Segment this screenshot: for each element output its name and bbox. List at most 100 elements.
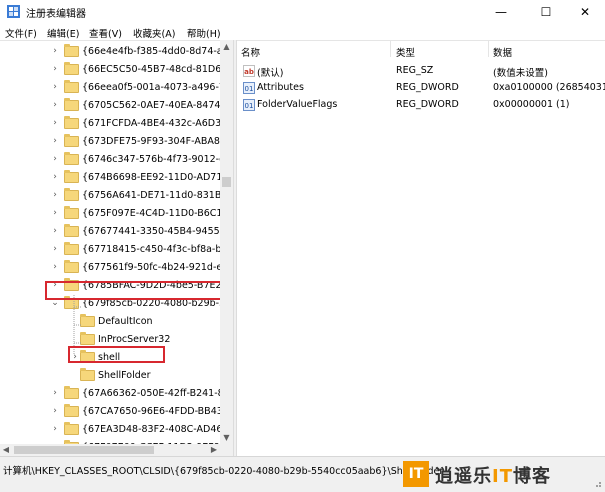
tree-item[interactable]: › {67CA7650-96E6-4FDD-BB43- [0,403,226,421]
chevron-right-icon[interactable]: › [50,424,60,434]
values-list-pane[interactable]: 名称 类型 数据 ab (默认) REG_SZ (数值未设置) 01 Attri… [237,40,605,457]
tree-item[interactable]: › {66e4e4fb-f385-4dd0-8d74-a [0,43,223,61]
key-tree-pane[interactable]: › {66e4e4fb-f385-4dd0-8d74-a › {66EC5C50-45… [0,40,233,457]
tree-item[interactable]: › {674B6698-EE92-11D0-AD71- [0,169,226,187]
tree-item-label: {674B6698-EE92-11D0-AD71- [82,172,226,183]
folder-icon [64,44,79,57]
resize-grip-icon[interactable] [592,478,602,488]
tree-item-label: {67677441-3350-45B4-9455-4 [82,226,230,237]
minimize-icon: — [495,5,507,19]
chevron-right-icon[interactable]: › [50,136,60,146]
tree-horizontal-scrollbar[interactable]: ◀ ▶ [0,444,220,456]
folder-icon [64,242,79,255]
folder-icon [64,62,79,75]
value-data: (数值未设置) [493,68,548,79]
tree-item-label: {66eea0f5-001a-4073-a496-7 [82,82,225,93]
column-header-data[interactable]: 数据 [493,45,512,59]
value-type: REG_SZ [396,65,434,76]
scroll-right-icon[interactable]: ▶ [208,444,220,456]
tree-item-label: {67CA7650-96E6-4FDD-BB43- [82,406,227,417]
tree-item-label: {67A66362-050E-42ff-B241-8 [82,388,224,399]
tree-item[interactable]: ShellFolder [0,367,220,385]
dword-value-icon: 01 [243,99,255,111]
menu-view[interactable]: 查看(V) [89,26,122,40]
menu-help[interactable]: 帮助(H) [187,26,221,40]
watermark: IT 逍遥乐IT博客 [403,459,603,489]
tree-item[interactable]: › {67EA3D48-83F2-408C-AD46- [0,421,226,439]
chevron-right-icon[interactable]: › [50,190,60,200]
window-title: 注册表编辑器 [26,9,86,20]
value-row-default[interactable]: ab (默认) REG_SZ (数值未设置) [237,63,605,80]
chevron-right-icon[interactable]: › [50,118,60,128]
folder-icon [64,134,79,147]
tree-item-label: {67718415-c450-4f3c-bf8a-b [82,244,222,255]
column-separator[interactable] [390,41,391,57]
chevron-right-icon[interactable]: › [50,46,60,56]
folder-icon [64,224,79,237]
chevron-right-icon[interactable]: › [50,208,60,218]
tree-item[interactable]: DefaultIcon [0,313,220,331]
column-header-type[interactable]: 类型 [396,45,415,59]
chevron-right-icon[interactable]: › [50,226,60,236]
tree-item[interactable]: › {6756A641-DE71-11d0-831B- [0,187,225,205]
scroll-thumb[interactable] [222,177,231,187]
folder-icon [80,332,95,345]
folder-icon [64,152,79,165]
column-separator[interactable] [488,41,489,57]
tree-vertical-scrollbar[interactable]: ▲ ▼ [220,40,233,444]
scroll-thumb[interactable] [14,446,154,454]
tree-item-label: {66EC5C50-45B7-48cd-81D6- [82,64,225,75]
folder-icon [64,80,79,93]
tree-item[interactable]: › {6746c347-576b-4f73-9012-c [0,151,224,169]
chevron-right-icon[interactable]: › [50,154,60,164]
minimize-button[interactable]: — [479,0,523,24]
scroll-corner [220,444,233,456]
tree-item-label: {67EA3D48-83F2-408C-AD46- [82,424,226,435]
watermark-logo: IT [403,461,429,487]
value-row-foldervalueflags[interactable]: 01 FolderValueFlags REG_DWORD 0x00000001… [237,97,605,114]
tree-item[interactable]: › {677561f9-50fc-4b24-921d-e [0,259,222,277]
menu-file[interactable]: 文件(F) [5,26,37,40]
chevron-right-icon[interactable]: › [50,388,60,398]
highlight-clsid-key [45,281,223,300]
chevron-right-icon[interactable]: › [50,262,60,272]
status-path: 计算机\HKEY_CLASSES_ROOT\CLSID\{679f85cb-02… [3,466,444,477]
chevron-right-icon[interactable]: › [50,64,60,74]
chevron-right-icon[interactable]: › [50,172,60,182]
highlight-shellfolder-key [68,346,165,363]
tree-item-label: InProcServer32 [98,334,171,345]
menu-favorites[interactable]: 收藏夹(A) [133,26,175,40]
scroll-up-icon[interactable]: ▲ [220,40,233,53]
folder-icon [64,260,79,273]
folder-icon [64,386,79,399]
tree-item[interactable]: › {671FCFDA-4BE4-432c-A6D3- [0,115,225,133]
tree-item-label: {675F097E-4C4D-11D0-B6C1- [82,208,226,219]
value-name: FolderValueFlags [257,99,338,110]
value-row-attributes[interactable]: 01 Attributes REG_DWORD 0xa0100000 (2685… [237,80,605,97]
tree-item[interactable]: › {67718415-c450-4f3c-bf8a-b [0,241,222,259]
tree-item[interactable]: › {67677441-3350-45B4-9455-4 [0,223,229,241]
tree-item[interactable]: › {675F097E-4C4D-11D0-B6C1- [0,205,226,223]
menu-edit[interactable]: 编辑(E) [47,26,79,40]
tree-item[interactable]: › {673DFE75-9F93-304F-ABA8- [0,133,223,151]
tree-item[interactable]: › {67A66362-050E-42ff-B241-8 [0,385,224,403]
close-button[interactable]: ✕ [563,0,605,24]
column-header-name[interactable]: 名称 [241,45,260,59]
tree-item[interactable]: › {6705C562-0AE7-40EA-8474- [0,97,224,115]
tree-item[interactable]: › {66EC5C50-45B7-48cd-81D6- [0,61,225,79]
maximize-button[interactable]: ☐ [524,0,568,24]
tree-item-label: {6756A641-DE71-11d0-831B- [82,190,225,201]
folder-icon [64,98,79,111]
scroll-left-icon[interactable]: ◀ [0,444,12,456]
scroll-down-icon[interactable]: ▼ [220,431,233,444]
chevron-right-icon[interactable]: › [50,244,60,254]
tree-item-label: {671FCFDA-4BE4-432c-A6D3- [82,118,225,129]
dword-value-icon: 01 [243,82,255,94]
tree-item[interactable]: › {66eea0f5-001a-4073-a496-7 [0,79,225,97]
chevron-right-icon[interactable]: › [50,406,60,416]
tree-item-label: ShellFolder [98,370,151,381]
regedit-app-icon [7,5,20,18]
chevron-right-icon[interactable]: › [50,82,60,92]
chevron-right-icon[interactable]: › [50,100,60,110]
tree-item-label: {6746c347-576b-4f73-9012-c [82,154,225,165]
